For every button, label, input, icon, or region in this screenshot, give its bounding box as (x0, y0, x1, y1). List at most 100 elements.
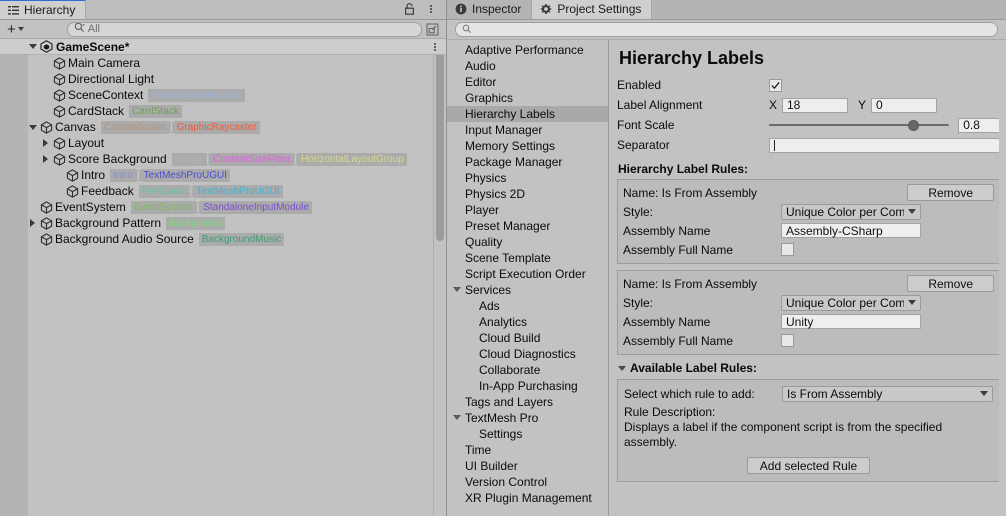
hierarchy-row[interactable]: SceneContext GameSceneInstaller (0, 87, 446, 103)
component-label: TextMeshProUGUI (140, 168, 230, 182)
alignment-x-input[interactable]: 18 (782, 97, 848, 113)
settings-category-label: Adaptive Performance (465, 43, 584, 57)
settings-category-version-control[interactable]: Version Control (447, 474, 608, 490)
category-foldout-icon[interactable] (453, 287, 461, 292)
hierarchy-tab-tools (401, 0, 446, 19)
settings-category-cloud-build[interactable]: Cloud Build (447, 330, 608, 346)
settings-category-graphics[interactable]: Graphics (447, 90, 608, 106)
separator-input[interactable] (769, 137, 1000, 153)
rule-style-row: Style: Unique Color per Com (623, 294, 994, 311)
alignment-y-input[interactable]: 0 (871, 97, 937, 113)
lock-icon[interactable] (401, 1, 417, 17)
hierarchy-row[interactable]: Layout (0, 135, 446, 151)
settings-category-audio[interactable]: Audio (447, 58, 608, 74)
settings-category-in-app-purchasing[interactable]: In-App Purchasing (447, 378, 608, 394)
hierarchy-row[interactable]: Canvas CanvasScaler | GraphicRaycaster (0, 119, 446, 135)
sort-icon[interactable] (425, 22, 440, 37)
hierarchy-row[interactable]: CardStack CardStack (0, 103, 446, 119)
rule-assembly-full-name-checkbox[interactable] (781, 334, 794, 347)
hierarchy-search-input[interactable]: All (66, 21, 422, 37)
settings-category-memory-settings[interactable]: Memory Settings (447, 138, 608, 154)
hierarchy-row[interactable]: Directional Light (0, 71, 446, 87)
settings-category-label: UI Builder (465, 459, 518, 473)
settings-category-adaptive-performance[interactable]: Adaptive Performance (447, 42, 608, 58)
settings-category-analytics[interactable]: Analytics (447, 314, 608, 330)
settings-category-label: Hierarchy Labels (465, 107, 556, 121)
settings-category-ads[interactable]: Ads (447, 298, 608, 314)
settings-category-services[interactable]: Services (447, 282, 608, 298)
slider-handle[interactable] (907, 119, 919, 131)
hierarchy-row[interactable]: Score Background Image | ContentSizeFitter |… (0, 151, 446, 167)
settings-category-package-manager[interactable]: Package Manager (447, 154, 608, 170)
settings-category-xr-plugin-management[interactable]: XR Plugin Management (447, 490, 608, 506)
font-scale-slider[interactable] (769, 118, 950, 133)
settings-category-ui-builder[interactable]: UI Builder (447, 458, 608, 474)
settings-category-collaborate[interactable]: Collaborate (447, 362, 608, 378)
settings-category-scene-template[interactable]: Scene Template (447, 250, 608, 266)
row-twisty-icon[interactable] (26, 119, 39, 135)
scene-twisty-icon[interactable] (26, 39, 39, 55)
component-label: Background (166, 216, 226, 230)
settings-category-editor[interactable]: Editor (447, 74, 608, 90)
available-rules-foldout[interactable]: Available Label Rules: (618, 361, 1000, 375)
settings-category-label: Memory Settings (465, 139, 556, 153)
tab-inspector[interactable]: Inspector (447, 0, 533, 19)
tab-hierarchy[interactable]: Hierarchy (0, 0, 87, 19)
rule-style-label: Style: (623, 295, 654, 310)
rule-style-dropdown[interactable]: Unique Color per Com (781, 294, 921, 311)
row-twisty-icon[interactable] (39, 135, 52, 151)
rule-assembly-name-input[interactable]: Unity (781, 314, 921, 329)
category-foldout-icon[interactable] (453, 415, 461, 420)
remove-rule-button[interactable]: Remove (907, 275, 994, 292)
hierarchy-row[interactable]: EventSystem EventSystem | StandaloneInputMo… (0, 199, 446, 215)
settings-category-settings[interactable]: Settings (447, 426, 608, 442)
settings-category-input-manager[interactable]: Input Manager (447, 122, 608, 138)
rule-style-dropdown[interactable]: Unique Color per Com (781, 203, 921, 220)
tab-project-settings[interactable]: Project Settings (532, 0, 653, 19)
rule-assembly-full-name-checkbox[interactable] (781, 243, 794, 256)
settings-category-list[interactable]: Adaptive Performance Audio Editor Graphics H… (447, 40, 609, 516)
settings-category-cloud-diagnostics[interactable]: Cloud Diagnostics (447, 346, 608, 362)
hierarchy-row[interactable]: Background Audio Source BackgroundMusic (0, 231, 446, 247)
settings-category-label: Tags and Layers (465, 395, 554, 409)
create-button[interactable]: + (4, 21, 27, 37)
hierarchy-row[interactable]: Intro Intro | TextMeshProUGUI (0, 167, 446, 183)
hierarchy-row[interactable]: Main Camera (0, 55, 446, 71)
settings-category-time[interactable]: Time (447, 442, 608, 458)
settings-category-player[interactable]: Player (447, 202, 608, 218)
enabled-checkbox[interactable] (769, 78, 782, 92)
remove-rule-button[interactable]: Remove (907, 184, 994, 201)
kebab-menu-icon[interactable] (423, 1, 439, 17)
settings-category-label: Input Manager (465, 123, 543, 137)
row-twisty-icon[interactable] (39, 151, 52, 167)
select-rule-dropdown[interactable]: Is From Assembly (782, 385, 993, 402)
scene-menu-icon[interactable] (430, 42, 440, 51)
rule-style-value: Unique Color per Com (786, 204, 904, 219)
settings-category-preset-manager[interactable]: Preset Manager (447, 218, 608, 234)
row-name: Main Camera (68, 56, 141, 70)
hierarchy-scene-row[interactable]: GameScene* (0, 39, 446, 55)
settings-category-wrap: Time (447, 442, 608, 458)
settings-category-physics-2d[interactable]: Physics 2D (447, 186, 608, 202)
gameobject-icon (52, 152, 66, 166)
settings-category-label: Player (465, 203, 500, 217)
font-scale-value-input[interactable]: 0.8 (958, 117, 1000, 133)
settings-category-physics[interactable]: Physics (447, 170, 608, 186)
settings-scrollbar[interactable] (999, 60, 1006, 516)
gameobject-icon (52, 136, 66, 150)
settings-category-wrap: Memory Settings (447, 138, 608, 154)
hierarchy-row[interactable]: Feedback Feedback | TextMeshProUGUI (0, 183, 446, 199)
settings-category-hierarchy-labels[interactable]: Hierarchy Labels (447, 106, 608, 122)
settings-search-input[interactable] (455, 22, 998, 37)
hierarchy-tree[interactable]: GameScene* Main Camera Directional Light S… (0, 39, 446, 516)
row-twisty-icon[interactable] (26, 215, 39, 231)
settings-category-script-execution-order[interactable]: Script Execution Order (447, 266, 608, 282)
settings-category-textmesh-pro[interactable]: TextMesh Pro (447, 410, 608, 426)
settings-category-quality[interactable]: Quality (447, 234, 608, 250)
component-label: GameSceneInstaller (148, 88, 245, 102)
rule-assembly-name-input[interactable]: Assembly-CSharp (781, 223, 921, 238)
hierarchy-row[interactable]: Background Pattern Background (0, 215, 446, 231)
settings-category-tags-and-layers[interactable]: Tags and Layers (447, 394, 608, 410)
add-selected-rule-button[interactable]: Add selected Rule (746, 457, 871, 474)
settings-category-label: Services (465, 283, 512, 297)
